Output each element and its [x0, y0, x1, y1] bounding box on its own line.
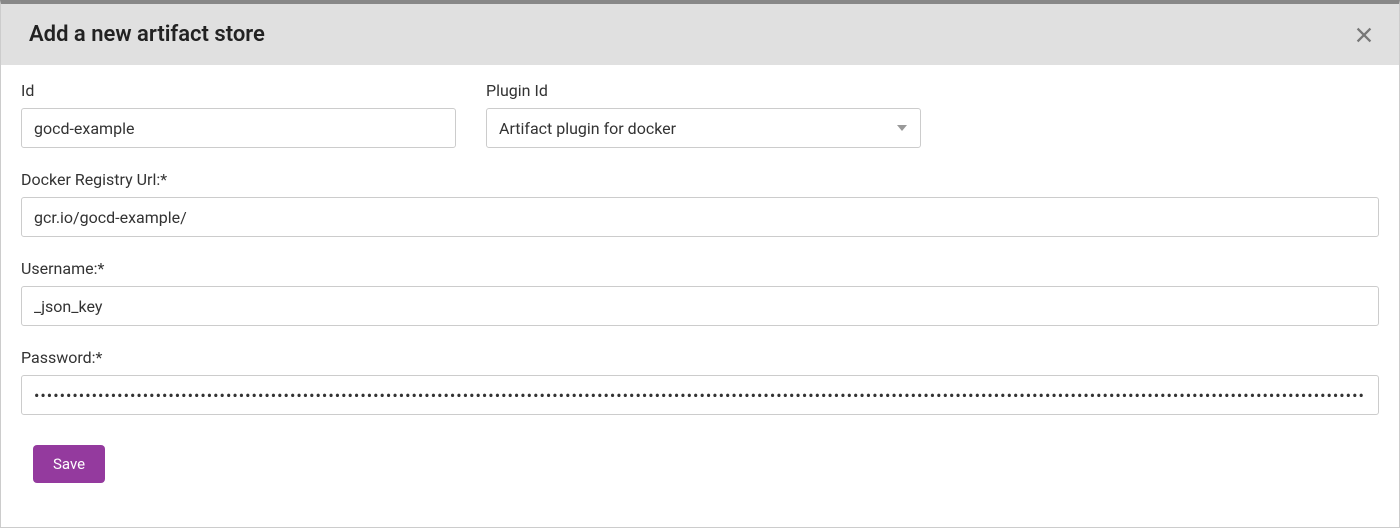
top-row: Id Plugin Id Artifact plugin for docker — [21, 81, 1379, 148]
registry-url-field-group: Docker Registry Url:* — [21, 170, 1379, 237]
modal-body: Id Plugin Id Artifact plugin for docker … — [1, 65, 1399, 503]
password-label: Password:* — [21, 348, 1379, 367]
plugin-select-wrapper: Artifact plugin for docker — [486, 108, 921, 148]
password-field-group: Password:* — [21, 348, 1379, 415]
username-input[interactable] — [21, 286, 1379, 326]
id-field-group: Id — [21, 81, 456, 148]
registry-url-input[interactable] — [21, 197, 1379, 237]
plugin-select[interactable]: Artifact plugin for docker — [486, 108, 921, 148]
username-label: Username:* — [21, 259, 1379, 278]
plugin-field-group: Plugin Id Artifact plugin for docker — [486, 81, 921, 148]
password-input[interactable] — [21, 375, 1379, 415]
close-icon[interactable] — [1353, 24, 1375, 46]
modal-dialog: Add a new artifact store Id Plugin Id Ar… — [0, 0, 1400, 528]
modal-header: Add a new artifact store — [1, 4, 1399, 65]
save-button[interactable]: Save — [33, 445, 105, 483]
id-input[interactable] — [21, 108, 456, 148]
modal-title: Add a new artifact store — [29, 22, 265, 47]
username-field-group: Username:* — [21, 259, 1379, 326]
plugin-label: Plugin Id — [486, 81, 921, 100]
registry-url-label: Docker Registry Url:* — [21, 170, 1379, 189]
id-label: Id — [21, 81, 456, 100]
button-row: Save — [21, 445, 1379, 483]
